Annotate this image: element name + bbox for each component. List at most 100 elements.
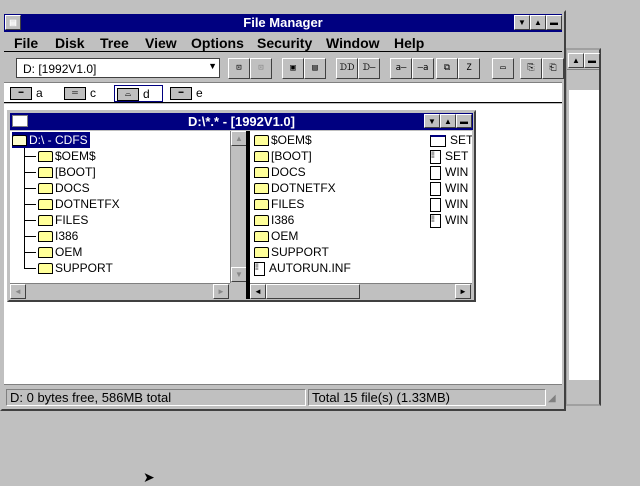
- stop-sharing-button[interactable]: ▤: [304, 58, 326, 79]
- maximize-icon[interactable]: ▲: [440, 114, 456, 128]
- background-window-titlebar[interactable]: ▲ ▬: [567, 52, 600, 70]
- drive-c[interactable]: ═ c: [64, 85, 96, 102]
- tree-item[interactable]: $OEM$: [38, 148, 96, 164]
- document-icon: ≡ ≡: [254, 261, 265, 276]
- tree-line: [24, 268, 36, 269]
- sort-by-type-button[interactable]: –a: [412, 58, 434, 79]
- file-item[interactable]: WIN: [430, 196, 468, 212]
- menu-options[interactable]: Options: [191, 35, 244, 51]
- chevron-down-icon[interactable]: ▼: [208, 61, 217, 71]
- tile-icon[interactable]: ▭: [492, 58, 514, 79]
- file-item[interactable]: $OEM$: [254, 132, 312, 148]
- toolbar: D: [1992V1.0] ▼ ⊡ ⊡ ▣ ▤ ᗪᗪ ᗪ– a– –a ⧉ Z …: [4, 54, 564, 82]
- open-folder-icon: [12, 135, 27, 147]
- file-item[interactable]: SUPPORT: [254, 244, 329, 260]
- cdrom-drive-icon: ⌓: [117, 88, 139, 102]
- menu-file[interactable]: File: [14, 35, 38, 51]
- folder-icon: [254, 135, 269, 147]
- mouse-cursor-icon: ➤: [143, 469, 155, 485]
- menu-help[interactable]: Help: [394, 35, 424, 51]
- folder-icon: [254, 167, 269, 179]
- sort-by-name-button[interactable]: a–: [390, 58, 412, 79]
- share-button[interactable]: ▣: [282, 58, 304, 79]
- document-icon: ≡ ≡: [430, 149, 441, 164]
- restore-icon[interactable]: ▬: [456, 114, 472, 128]
- scroll-right-icon[interactable]: ►: [455, 284, 471, 299]
- file-item[interactable]: ≡ ≡ AUTORUN.INF: [254, 260, 351, 276]
- details-button[interactable]: ᗪ–: [358, 58, 380, 79]
- file-item[interactable]: [BOOT]: [254, 148, 312, 164]
- disconnect-drive-button[interactable]: ⊡: [250, 58, 272, 79]
- menu-disk[interactable]: Disk: [55, 35, 85, 51]
- drive-e[interactable]: ━ e: [170, 85, 203, 102]
- copy-icon[interactable]: ⎘: [520, 58, 542, 79]
- file-item[interactable]: FILES: [254, 196, 304, 212]
- tree-root[interactable]: D:\ - CDFS: [12, 132, 90, 148]
- drive-d[interactable]: ⌓ d: [114, 85, 163, 102]
- document-icon: ≡ ≡: [430, 213, 441, 228]
- scroll-right-icon[interactable]: ►: [213, 284, 229, 299]
- scroll-up-icon[interactable]: ▲: [231, 131, 247, 146]
- maximize-icon[interactable]: ▲: [530, 15, 546, 30]
- directory-window-titlebar[interactable]: D:\*.* - [1992V1.0] ▼ ▲ ▬: [10, 113, 473, 130]
- window-title: File Manager: [243, 15, 323, 30]
- large-icons-button[interactable]: ᗪᗪ: [336, 58, 358, 79]
- resize-grip-icon[interactable]: ◢: [548, 393, 556, 404]
- tree-item[interactable]: SUPPORT: [38, 260, 113, 276]
- restore-icon[interactable]: ▬: [584, 53, 600, 68]
- maximize-icon[interactable]: ▲: [568, 53, 584, 68]
- drive-a[interactable]: ━ a: [10, 85, 43, 102]
- system-menu-icon[interactable]: [12, 115, 28, 127]
- file-item[interactable]: SET: [430, 132, 472, 148]
- folder-icon: [38, 199, 53, 211]
- file-item[interactable]: DOCS: [254, 164, 306, 180]
- folder-icon: [38, 215, 53, 227]
- file-item[interactable]: ≡ ≡ SET: [430, 148, 468, 164]
- tree-item[interactable]: FILES: [38, 212, 88, 228]
- tree-line: [24, 172, 36, 173]
- minimize-icon[interactable]: ▼: [514, 15, 530, 30]
- scroll-down-icon[interactable]: ▼: [231, 267, 247, 282]
- menu-window[interactable]: Window: [326, 35, 380, 51]
- menu-security[interactable]: Security: [257, 35, 312, 51]
- menu-view[interactable]: View: [145, 35, 177, 51]
- tree-item[interactable]: OEM: [38, 244, 82, 260]
- tree-item[interactable]: DOTNETFX: [38, 196, 120, 212]
- background-window[interactable]: ▲ ▬: [565, 48, 601, 406]
- system-menu-icon[interactable]: ▤: [5, 15, 21, 30]
- tree-item[interactable]: [BOOT]: [38, 164, 96, 180]
- file-item[interactable]: OEM: [254, 228, 298, 244]
- paste-icon[interactable]: ⎗: [542, 58, 564, 79]
- tree-line: [24, 204, 36, 205]
- folder-icon: [38, 231, 53, 243]
- file-horizontal-scrollbar[interactable]: ◄ ►: [250, 283, 472, 299]
- title-bar[interactable]: ▤ File Manager ▼ ▲ ▬: [4, 14, 562, 32]
- connect-drive-button[interactable]: ⊡: [228, 58, 250, 79]
- minimize-icon[interactable]: ▼: [424, 114, 440, 128]
- file-item[interactable]: WIN: [430, 180, 468, 196]
- tree-vertical-scrollbar[interactable]: ▲ ▼: [230, 131, 247, 283]
- tree-item[interactable]: DOCS: [38, 180, 90, 196]
- status-file-total: Total 15 file(s) (1.33MB): [308, 389, 546, 406]
- restore-icon[interactable]: ▬: [546, 15, 562, 30]
- file-manager-window: ▤ File Manager ▼ ▲ ▬ File Disk Tree View…: [0, 10, 566, 411]
- tree-item[interactable]: I386: [38, 228, 78, 244]
- tree-line: [24, 252, 36, 253]
- tree-line: [24, 156, 36, 157]
- scroll-left-icon[interactable]: ◄: [10, 284, 26, 299]
- file-item[interactable]: WIN: [430, 164, 468, 180]
- scroll-thumb[interactable]: [266, 284, 360, 299]
- file-item[interactable]: ≡ ≡ WIN: [430, 212, 468, 228]
- scroll-left-icon[interactable]: ◄: [250, 284, 266, 299]
- file-item[interactable]: DOTNETFX: [254, 180, 336, 196]
- file-item[interactable]: I386: [254, 212, 294, 228]
- menu-bar: File Disk Tree View Options Security Win…: [4, 33, 562, 52]
- z-icon[interactable]: Z: [458, 58, 480, 79]
- new-window-icon[interactable]: ⧉: [436, 58, 458, 79]
- tree-horizontal-scrollbar[interactable]: ◄ ►: [10, 283, 230, 299]
- menu-tree[interactable]: Tree: [100, 35, 129, 51]
- application-icon: [430, 134, 446, 147]
- folder-icon: [254, 199, 269, 211]
- file-icon: [430, 197, 441, 212]
- drive-combo[interactable]: D: [1992V1.0] ▼: [16, 58, 220, 78]
